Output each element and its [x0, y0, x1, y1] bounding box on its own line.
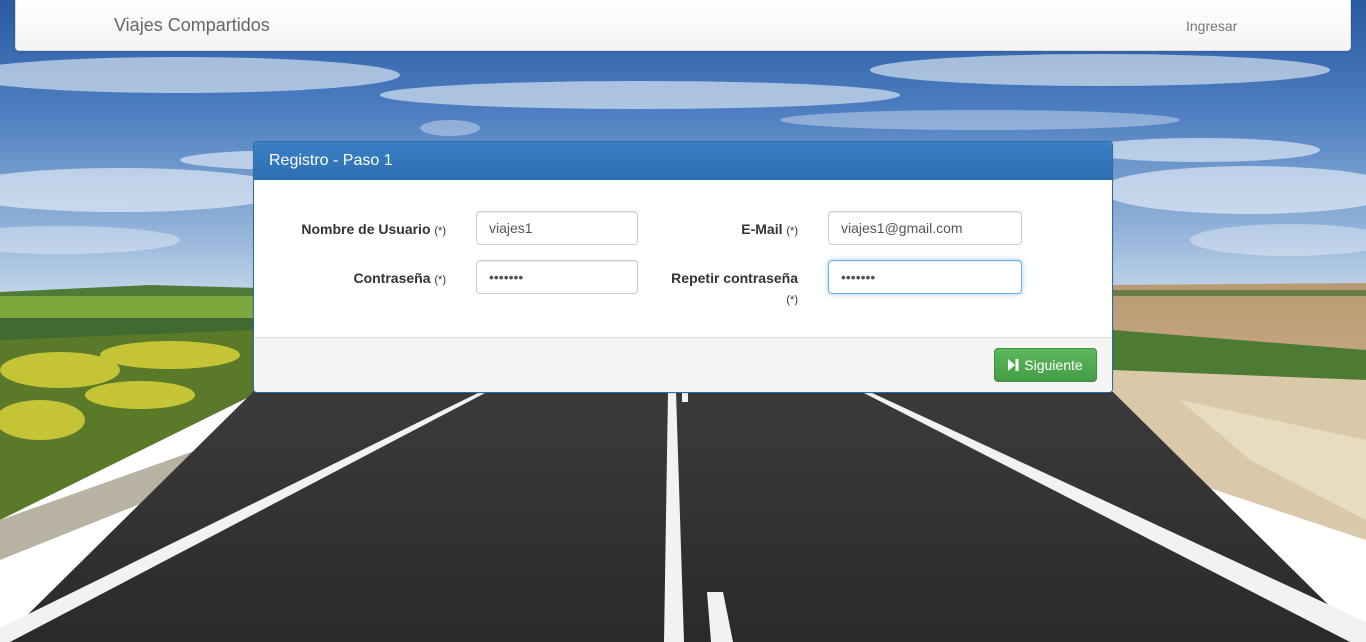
top-navbar: Viajes Compartidos Ingresar	[15, 0, 1351, 51]
email-label: E-Mail (*)	[674, 221, 798, 237]
username-input[interactable]	[476, 211, 638, 245]
required-marker: (*)	[434, 225, 446, 237]
repeat-password-input[interactable]	[828, 260, 1022, 294]
password-input[interactable]	[476, 260, 638, 294]
panel-footer: Siguiente	[254, 337, 1112, 392]
username-label: Nombre de Usuario (*)	[284, 221, 446, 237]
email-label-text: E-Mail	[741, 221, 783, 237]
email-input[interactable]	[828, 211, 1022, 245]
password-label: Contraseña (*)	[284, 270, 446, 286]
next-button[interactable]: Siguiente	[994, 348, 1097, 382]
page: Viajes Compartidos Ingresar Registro - P…	[0, 0, 1366, 642]
repeat-password-label-text: Repetir contraseña	[671, 270, 798, 286]
registration-form: Nombre de Usuario (*) E-Mail (*) Contras…	[254, 180, 1112, 337]
login-link[interactable]: Ingresar	[1186, 18, 1237, 34]
panel-title: Registro - Paso 1	[254, 142, 1112, 180]
password-label-text: Contraseña	[353, 270, 431, 286]
registration-panel: Registro - Paso 1 Nombre de Usuario (*) …	[253, 141, 1113, 393]
required-marker: (*)	[434, 274, 446, 286]
next-button-label: Siguiente	[1024, 357, 1083, 373]
required-marker: (*)	[786, 225, 798, 237]
username-label-text: Nombre de Usuario	[301, 221, 431, 237]
step-forward-icon	[1008, 359, 1019, 371]
repeat-password-label: Repetir contraseña (*)	[654, 268, 798, 310]
brand-link[interactable]: Viajes Compartidos	[114, 15, 270, 36]
required-marker: (*)	[786, 294, 798, 306]
